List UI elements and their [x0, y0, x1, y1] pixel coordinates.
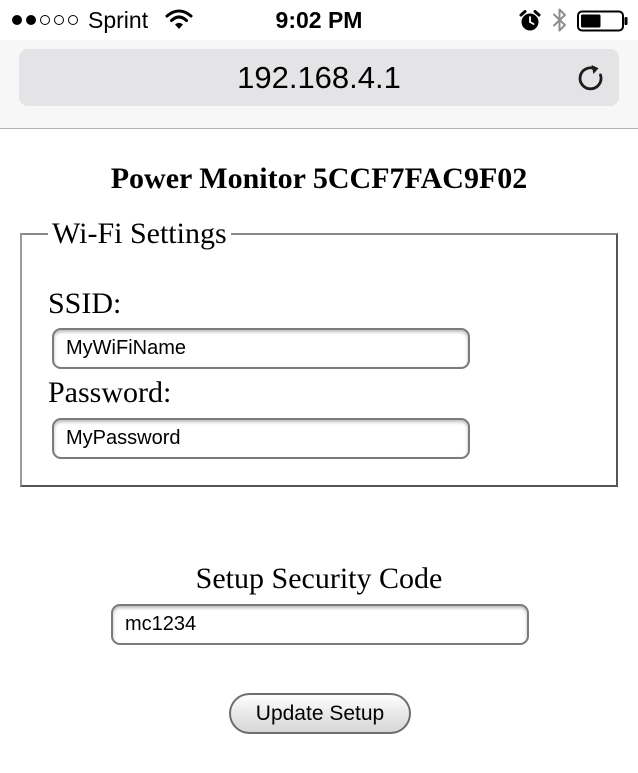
- bluetooth-icon: [553, 8, 566, 32]
- battery-icon: [577, 10, 628, 32]
- status-time: 9:02 PM: [275, 7, 363, 33]
- security-code-label: Setup Security Code: [195, 562, 443, 595]
- alarm-icon: [519, 10, 541, 31]
- ssid-label: SSID:: [48, 287, 122, 320]
- status-bar: Sprint 9:02 PM: [0, 0, 638, 40]
- page-title: Power Monitor 5CCF7FAC9F02: [110, 162, 528, 195]
- browser-address-bar: 192.168.4.1: [0, 40, 638, 129]
- password-label: Password:: [48, 376, 172, 409]
- wifi-settings-legend: Wi-Fi Settings: [48, 215, 231, 253]
- update-setup-button[interactable]: Update Setup: [229, 693, 411, 734]
- url-field[interactable]: 192.168.4.1: [19, 49, 619, 106]
- password-input[interactable]: [52, 418, 470, 459]
- ssid-input[interactable]: [52, 328, 470, 369]
- url-text[interactable]: 192.168.4.1: [19, 49, 619, 106]
- reload-icon[interactable]: [576, 63, 606, 93]
- security-code-input[interactable]: [111, 604, 529, 645]
